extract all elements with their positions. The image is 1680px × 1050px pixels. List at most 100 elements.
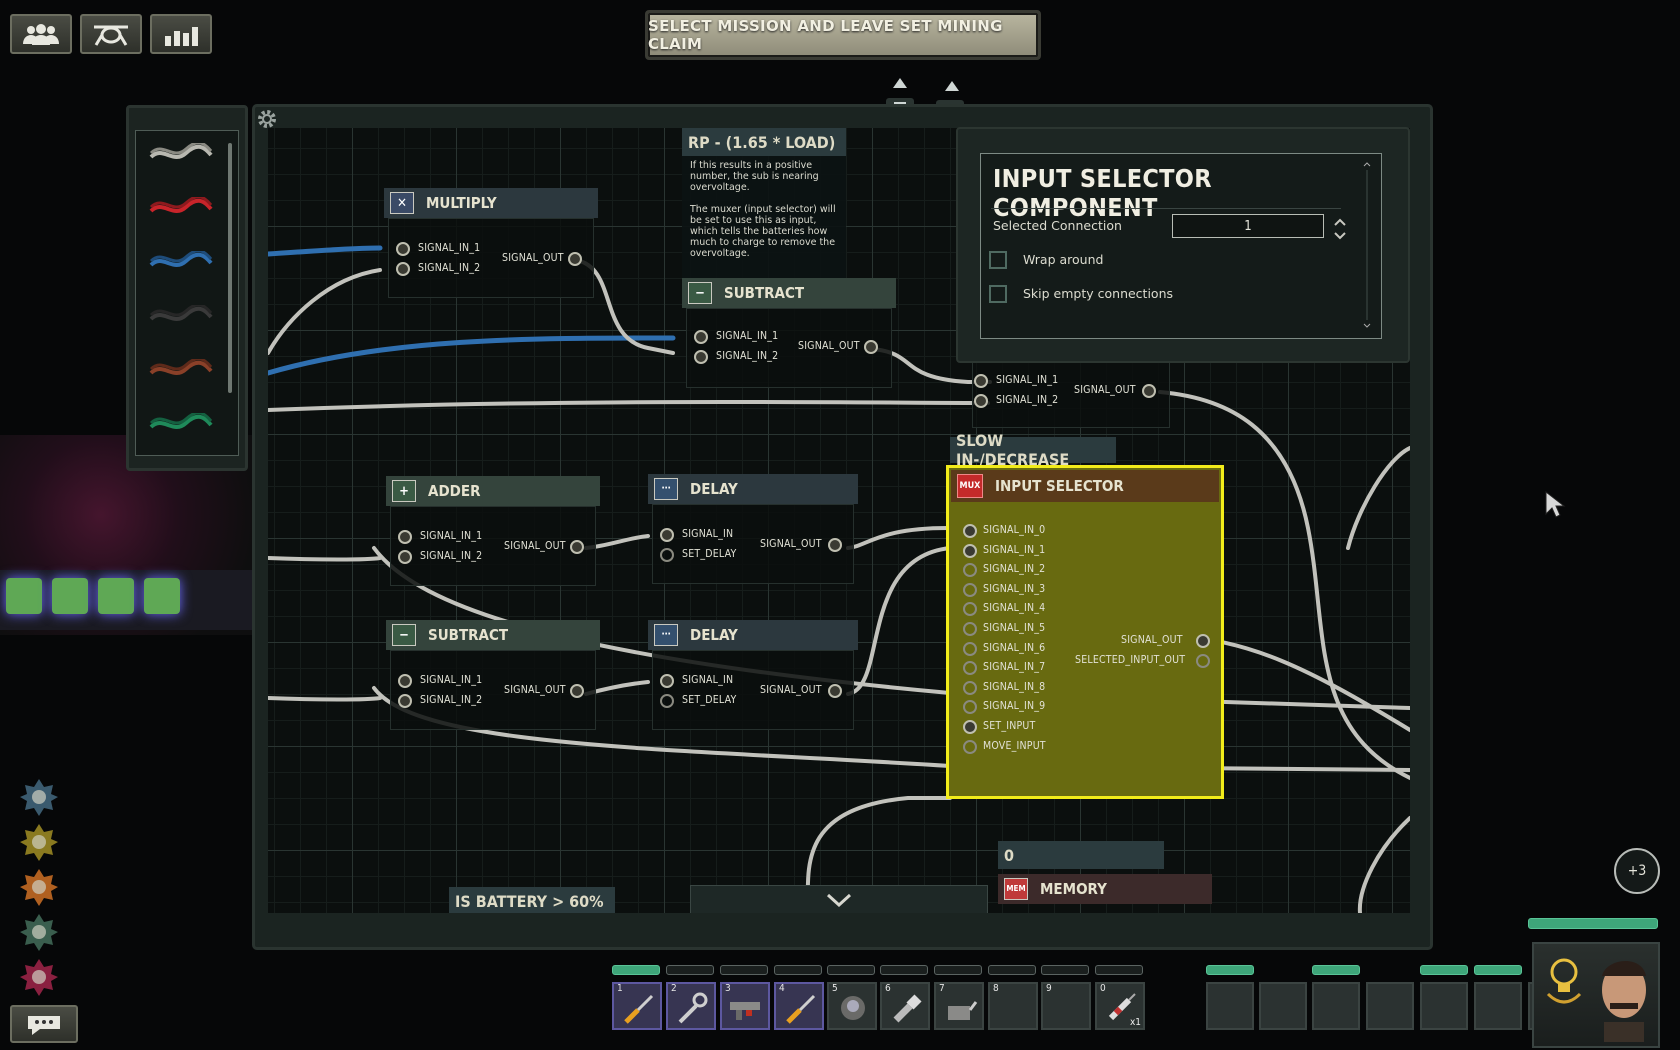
delay2-set-connector[interactable]: [660, 694, 674, 708]
input-selector-component[interactable]: MUX INPUT SELECTOR SIGNAL_IN_0 SIGNAL_IN_…: [946, 465, 1224, 799]
input-selector-selected-out-connector[interactable]: [1196, 654, 1210, 668]
equip-slot-2[interactable]: [1259, 982, 1307, 1030]
input-selector-pin-connector[interactable]: [963, 543, 977, 558]
status-button[interactable]: [150, 14, 212, 54]
chat-button[interactable]: [10, 1005, 78, 1043]
input-selector-pin-label: SIGNAL_IN_2: [983, 563, 1046, 576]
equip-slot-4[interactable]: [1366, 982, 1414, 1030]
inspector-scrollbar[interactable]: [1363, 160, 1371, 330]
label-zero[interactable]: 0: [998, 841, 1164, 869]
input-selector-pin-label: MOVE_INPUT: [983, 739, 1046, 752]
wire-list: [135, 130, 239, 456]
delay-component-2[interactable]: ⋯ DELAY SIGNAL_IN SET_DELAY SIGNAL_OUT: [648, 620, 858, 730]
adder-in2-connector[interactable]: [398, 550, 412, 564]
multiply-component[interactable]: ✕ MULTIPLY SIGNAL_IN_1 SIGNAL_IN_2 SIGNA…: [384, 188, 598, 298]
subtract-bottom-in2-connector[interactable]: [398, 694, 412, 708]
input-selector-pin-connector[interactable]: [963, 720, 977, 734]
delay1-in-connector[interactable]: [660, 528, 674, 542]
delay2-in-connector[interactable]: [660, 674, 674, 688]
wire-black[interactable]: [148, 305, 214, 327]
skill-icon-5[interactable]: [20, 958, 58, 996]
hotbar-slot-6[interactable]: 6: [880, 982, 930, 1030]
hotbar-slot-bar: [827, 965, 875, 975]
delay1-set-connector[interactable]: [660, 548, 674, 562]
label-rp-load[interactable]: RP - (1.65 * LOAD): [682, 128, 846, 156]
delay-component-1[interactable]: ⋯ DELAY SIGNAL_IN SET_DELAY SIGNAL_OUT: [648, 474, 858, 584]
input-selector-pin-connector[interactable]: [963, 524, 977, 538]
label-battery[interactable]: IS BATTERY > 60%: [449, 887, 615, 913]
subtract-top-in2-connector[interactable]: [694, 350, 708, 364]
stepper-down-icon[interactable]: [1333, 226, 1347, 240]
wire-red[interactable]: [148, 197, 214, 219]
collapse-button[interactable]: [690, 885, 988, 913]
select-mission-button[interactable]: SELECT MISSION AND LEAVE SET MINING CLAI…: [645, 10, 1041, 60]
wire-green[interactable]: [148, 413, 214, 435]
equip-slot-6[interactable]: [1474, 982, 1522, 1030]
input-selector-out-connector[interactable]: [1196, 634, 1210, 648]
stepper-up-icon[interactable]: [1333, 212, 1347, 226]
subtract-top-out-connector[interactable]: [864, 340, 878, 354]
delay1-out-connector[interactable]: [828, 538, 842, 552]
wire-blue[interactable]: [148, 251, 214, 273]
subtract-bottom-in1-connector[interactable]: [398, 674, 412, 688]
hotbar-slot-4[interactable]: 4: [774, 982, 824, 1030]
equip-bar-2: [1312, 965, 1360, 975]
wire-brown[interactable]: [148, 359, 214, 381]
wire-gray[interactable]: [148, 143, 214, 165]
hotbar-slot-number: 8: [993, 983, 999, 994]
adder-out-connector[interactable]: [570, 540, 584, 554]
adder-in1-connector[interactable]: [398, 530, 412, 544]
settings-gear-icon[interactable]: [256, 108, 278, 130]
hidden-out-connector[interactable]: [1142, 384, 1156, 398]
input-selector-pin-connector[interactable]: [963, 602, 977, 617]
skill-icon-4[interactable]: [20, 913, 58, 951]
mission-button[interactable]: [80, 14, 142, 54]
input-selector-pin-connector[interactable]: [963, 641, 977, 656]
input-selector-pin-connector[interactable]: [963, 563, 977, 578]
multiply-in2-connector[interactable]: [396, 262, 410, 276]
multiply-in1-connector[interactable]: [396, 242, 410, 256]
input-selector-pin-connector[interactable]: [963, 700, 977, 715]
hotbar-slot-0[interactable]: 0 x1: [1095, 982, 1145, 1030]
hotbar-slot-5[interactable]: 5: [827, 982, 877, 1030]
adder-icon: +: [392, 480, 416, 502]
hotbar-slot-8[interactable]: 8: [988, 982, 1038, 1030]
hotbar-slot-7[interactable]: 7: [934, 982, 984, 1030]
hotbar-slot-9[interactable]: 9: [1041, 982, 1091, 1030]
hotbar-slot-2[interactable]: 2: [666, 982, 716, 1030]
subtract-top-component[interactable]: − SUBTRACT SIGNAL_IN_1 SIGNAL_IN_2 SIGNA…: [682, 278, 896, 388]
status-icon: [165, 27, 198, 46]
crew-button[interactable]: [10, 14, 72, 54]
skill-icon-2[interactable]: [20, 823, 58, 861]
hotbar-slot-1[interactable]: 1: [612, 982, 662, 1030]
character-portrait[interactable]: [1532, 942, 1660, 1048]
notification-badge[interactable]: +3: [1614, 848, 1660, 894]
adder-component[interactable]: + ADDER SIGNAL_IN_1 SIGNAL_IN_2 SIGNAL_O…: [386, 476, 600, 586]
label-slow-change[interactable]: SLOW IN-/DECREASE: [950, 431, 1116, 469]
input-selector-pin-connector[interactable]: [963, 582, 977, 597]
hidden-in1-connector[interactable]: [974, 374, 988, 388]
input-selector-pin-connector[interactable]: [963, 622, 977, 636]
hotbar-slot-3[interactable]: 3: [720, 982, 770, 1030]
input-selector-pin-connector[interactable]: [963, 739, 977, 754]
equip-slot-3[interactable]: [1312, 982, 1360, 1030]
skill-icon-3[interactable]: [20, 868, 58, 906]
input-selector-pin-connector[interactable]: [963, 680, 977, 695]
delay2-out-connector[interactable]: [828, 684, 842, 698]
equip-slot-1[interactable]: [1206, 982, 1254, 1030]
wrap-around-checkbox[interactable]: [989, 251, 1007, 269]
skip-empty-label: Skip empty connections: [1023, 286, 1174, 301]
gun-icon: [726, 988, 766, 1032]
equip-slot-5[interactable]: [1420, 982, 1468, 1030]
multiply-out-connector[interactable]: [568, 252, 582, 266]
skip-empty-checkbox[interactable]: [989, 285, 1007, 303]
subtract-bottom-out-connector[interactable]: [570, 684, 584, 698]
subtract-top-in1-connector[interactable]: [694, 330, 708, 344]
palette-scrollbar[interactable]: [228, 143, 232, 393]
input-selector-pin-connector[interactable]: [963, 661, 977, 676]
subtract-bottom-component[interactable]: − SUBTRACT SIGNAL_IN_1 SIGNAL_IN_2 SIGNA…: [386, 620, 600, 730]
selected-connection-field[interactable]: 1: [1172, 214, 1324, 238]
skill-icon-1[interactable]: [20, 778, 58, 816]
hidden-in2-connector[interactable]: [974, 394, 988, 408]
memory-component[interactable]: MEM MEMORY: [998, 874, 1212, 913]
